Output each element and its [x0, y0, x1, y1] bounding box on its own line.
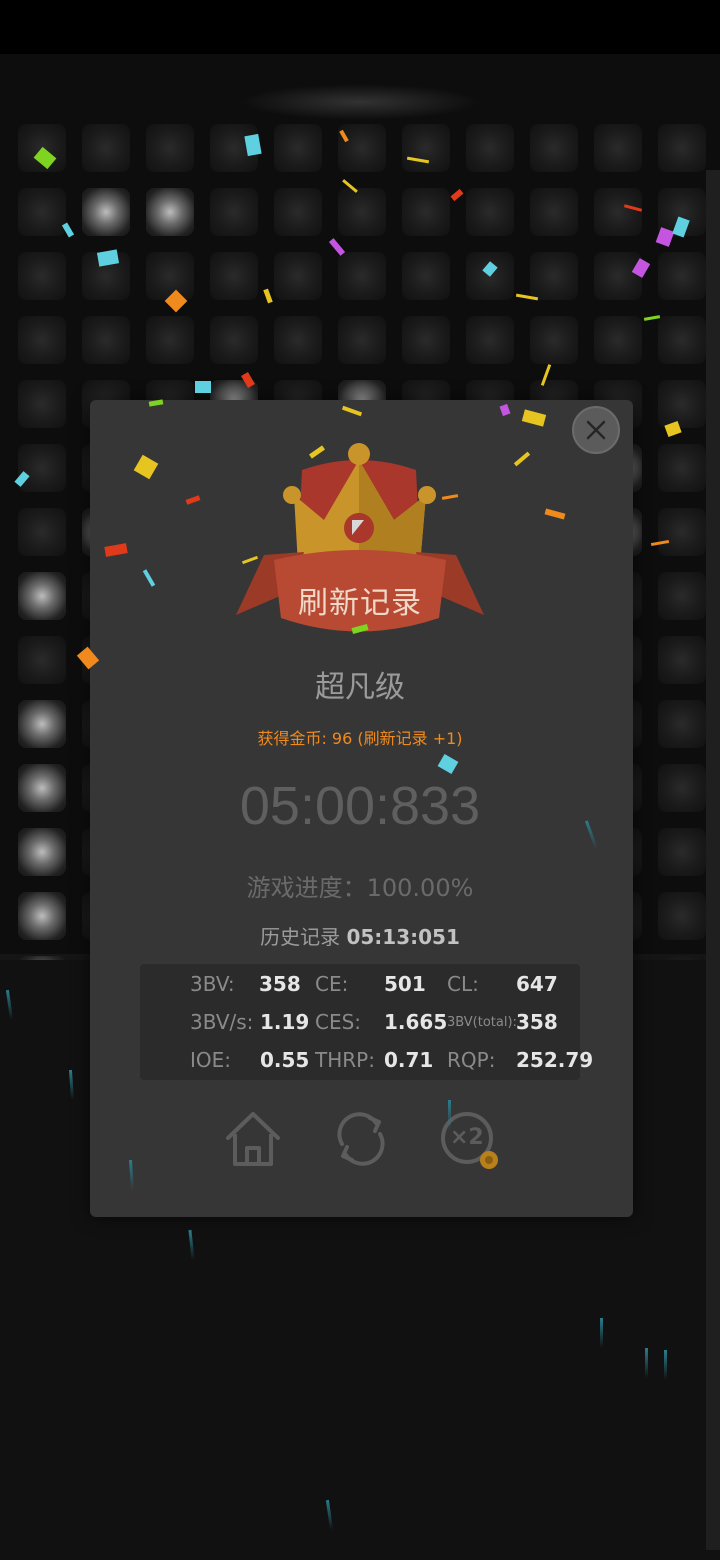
board-cell: [274, 316, 322, 364]
stat-cl-label: CL:: [447, 972, 479, 996]
board-cell: [18, 444, 66, 492]
board-cell: [82, 124, 130, 172]
board-cell: [594, 316, 642, 364]
board-cell: [18, 380, 66, 428]
board-cell: [402, 252, 450, 300]
board-cell: [18, 572, 66, 620]
stat-ioe-label: IOE:: [190, 1048, 232, 1072]
close-icon: [586, 420, 606, 440]
record-badge-label: 刷新记录: [298, 586, 422, 621]
board-cell: [658, 380, 706, 428]
stat-thrp-value: 0.71: [384, 1048, 434, 1072]
board-cell: [82, 188, 130, 236]
board-cell: [18, 252, 66, 300]
history-record: 历史记录 05:13:051: [200, 921, 520, 950]
board-cell: [338, 188, 386, 236]
board-cell: [466, 188, 514, 236]
board-cell: [274, 252, 322, 300]
board-cell: [402, 316, 450, 364]
stat-ces-value: 1.665: [384, 1010, 448, 1034]
board-cell: [594, 188, 642, 236]
difficulty-level: 超凡级: [315, 670, 405, 705]
refresh-icon: [337, 1112, 385, 1166]
board-cell: [658, 252, 706, 300]
board-cell: [338, 124, 386, 172]
home-icon: [226, 1112, 280, 1166]
stat-ce-label: CE:: [315, 972, 349, 996]
close-button[interactable]: [572, 406, 620, 454]
board-cell: [146, 316, 194, 364]
board-cell: [530, 188, 578, 236]
stat-3bv-label: 3BV:: [190, 972, 235, 996]
board-cell: [658, 444, 706, 492]
home-button[interactable]: [222, 1108, 284, 1170]
board-cell: [658, 828, 706, 876]
status-bar: [0, 0, 720, 54]
board-cell: [18, 764, 66, 812]
board-cell: [402, 188, 450, 236]
history-label: 历史记录: [260, 925, 341, 949]
board-cell: [146, 252, 194, 300]
board-cell: [18, 508, 66, 556]
falling-streak: [448, 1100, 451, 1130]
board-cell: [274, 124, 322, 172]
confetti-piece: [195, 381, 211, 393]
board-cell: [658, 572, 706, 620]
board-cell: [658, 508, 706, 556]
board-cell: [594, 252, 642, 300]
board-cell: [594, 124, 642, 172]
board-cell: [18, 636, 66, 684]
stat-3bv-value: 358: [259, 972, 301, 996]
board-cell: [658, 636, 706, 684]
double-reward-label: ×2: [450, 1125, 484, 1150]
history-value: 05:13:051: [346, 925, 460, 949]
board-cell: [658, 892, 706, 940]
falling-streak: [645, 1348, 648, 1378]
board-cell: [146, 124, 194, 172]
finish-time: 05:00:833: [239, 776, 481, 836]
double-reward-button[interactable]: ×2: [437, 1108, 499, 1170]
board-cell: [658, 316, 706, 364]
board-cell: [274, 188, 322, 236]
board-cell: [82, 316, 130, 364]
board-cell: [18, 700, 66, 748]
board-cell: [210, 316, 258, 364]
falling-streak: [600, 1318, 603, 1348]
coins-reward-text: 获得金币: 96 (刷新记录 +1): [257, 729, 463, 748]
board-cell: [210, 252, 258, 300]
board-cell: [658, 700, 706, 748]
board-cell: [530, 316, 578, 364]
restart-button[interactable]: [330, 1108, 392, 1170]
board-cell: [530, 252, 578, 300]
stat-3bv-total-value: 358: [516, 1010, 558, 1034]
board-cell: [18, 188, 66, 236]
stat-rqp-label: RQP:: [447, 1048, 496, 1072]
board-cell: [210, 188, 258, 236]
falling-streak: [664, 1350, 667, 1380]
board-cell: [658, 124, 706, 172]
screen-edge: [706, 170, 720, 1550]
stat-rqp-value: 252.79: [516, 1048, 594, 1072]
stat-thrp-label: THRP:: [315, 1048, 375, 1072]
stat-cl-value: 647: [516, 972, 558, 996]
board-header-glow: [240, 84, 480, 120]
game-progress: 游戏进度：100.00%: [246, 874, 474, 902]
stat-ces-label: CES:: [315, 1010, 362, 1034]
board-cell: [658, 764, 706, 812]
board-cell: [338, 316, 386, 364]
board-cell: [18, 828, 66, 876]
board-cell: [338, 252, 386, 300]
board-cell: [18, 892, 66, 940]
board-cell: [146, 188, 194, 236]
board-cell: [402, 124, 450, 172]
stat-3bvs-value: 1.19: [260, 1010, 310, 1034]
board-cell: [18, 316, 66, 364]
stat-ioe-value: 0.55: [260, 1048, 310, 1072]
stat-3bv-total-label: 3BV(total):: [447, 1015, 517, 1030]
board-cell: [530, 124, 578, 172]
stat-ce-value: 501: [384, 972, 426, 996]
board-cell: [466, 316, 514, 364]
stat-3bvs-label: 3BV/s:: [190, 1010, 254, 1034]
board-cell: [466, 124, 514, 172]
